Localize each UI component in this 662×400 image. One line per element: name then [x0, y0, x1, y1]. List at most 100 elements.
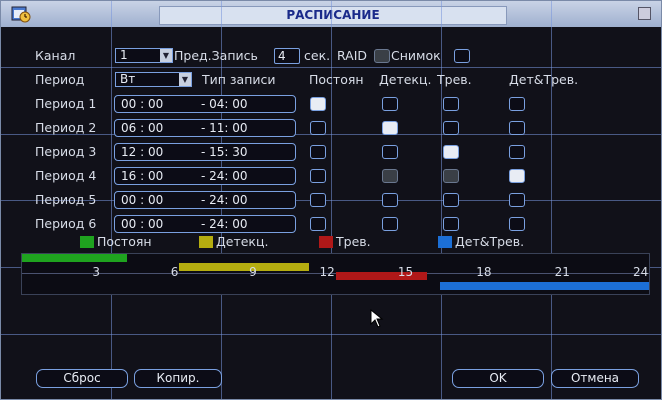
period-alarm-checkbox[interactable] — [443, 121, 459, 135]
period-motion-checkbox[interactable] — [382, 121, 398, 135]
timeline-tick-label: 6 — [170, 265, 179, 279]
legend-regular-label: Постоян — [97, 234, 152, 249]
period-motion-checkbox[interactable] — [382, 193, 398, 207]
channel-value: 1 — [120, 48, 128, 62]
raid-checkbox[interactable] — [374, 49, 390, 63]
period-time-range-input[interactable]: 00 : 00 - 04: 00 — [114, 95, 296, 113]
period-time-range-input[interactable]: 16 : 00 - 24: 00 — [114, 167, 296, 185]
legend-swatch-motion — [199, 236, 213, 248]
legend-alarm-label: Трев. — [336, 234, 371, 249]
timeline-segment-regular — [22, 254, 127, 262]
window-title: РАСПИСАНИЕ — [159, 6, 507, 25]
period-regular-checkbox[interactable] — [310, 145, 326, 159]
grid-line — [1, 200, 661, 201]
period-end-time: - 24: 00 — [201, 193, 248, 207]
col-motion-alarm-header: Дет&Трев. — [509, 72, 579, 87]
reset-button[interactable]: Сброс — [36, 369, 128, 388]
period-row-label: Период 4 — [35, 168, 97, 183]
period-row-label: Период 1 — [35, 96, 97, 111]
chevron-down-icon: ▼ — [160, 49, 172, 62]
timeline-tick-label: 12 — [319, 265, 335, 279]
period-start-time: 00 : 00 — [121, 217, 164, 231]
schedule-app-icon — [11, 6, 31, 23]
period-regular-checkbox[interactable] — [310, 97, 326, 111]
period-motion-alarm-checkbox[interactable] — [509, 193, 525, 207]
period-start-time: 00 : 00 — [121, 193, 164, 207]
timeline-tick-label: 21 — [554, 265, 570, 279]
period-alarm-checkbox[interactable] — [443, 193, 459, 207]
period-alarm-checkbox[interactable] — [443, 169, 459, 183]
period-regular-checkbox[interactable] — [310, 193, 326, 207]
timeline-tick-label: 18 — [476, 265, 492, 279]
period-time-range-input[interactable]: 06 : 00 - 11: 00 — [114, 119, 296, 137]
col-motion-header: Детекц. — [379, 72, 432, 87]
copy-button[interactable]: Копир. — [134, 369, 222, 388]
period-start-time: 12 : 00 — [121, 145, 164, 159]
snapshot-checkbox[interactable] — [454, 49, 470, 63]
ok-button[interactable]: OK — [452, 369, 544, 388]
period-alarm-checkbox[interactable] — [443, 217, 459, 231]
timeline-tick-label: 3 — [92, 265, 101, 279]
legend-swatch-regular — [80, 236, 94, 248]
day-value: Вт — [120, 72, 136, 86]
raid-label: RAID — [337, 48, 368, 63]
prerecord-label: Пред.Запись — [174, 48, 258, 63]
period-alarm-checkbox[interactable] — [443, 97, 459, 111]
period-motion-alarm-checkbox[interactable] — [509, 217, 525, 231]
period-motion-alarm-checkbox[interactable] — [509, 169, 525, 183]
period-label: Период — [35, 72, 85, 87]
period-start-time: 06 : 00 — [121, 121, 164, 135]
period-start-time: 16 : 00 — [121, 169, 164, 183]
period-time-range-input[interactable]: 00 : 00 - 24: 00 — [114, 191, 296, 209]
period-regular-checkbox[interactable] — [310, 217, 326, 231]
day-select[interactable]: Вт ▼ — [115, 72, 192, 87]
timeline-tick-label: 9 — [249, 265, 257, 279]
timeline-tick-label: 24 — [633, 265, 649, 279]
period-end-time: - 04: 00 — [201, 97, 248, 111]
period-start-time: 00 : 00 — [121, 97, 164, 111]
period-time-range-input[interactable]: 00 : 00 - 24: 00 — [114, 215, 296, 233]
close-icon[interactable] — [638, 7, 651, 20]
channel-label: Канал — [35, 48, 76, 63]
legend-motion-alarm-label: Дет&Трев. — [455, 234, 525, 249]
period-end-time: - 11: 00 — [201, 121, 248, 135]
period-motion-checkbox[interactable] — [382, 217, 398, 231]
chevron-down-icon: ▼ — [179, 73, 191, 86]
period-motion-checkbox[interactable] — [382, 97, 398, 111]
period-regular-checkbox[interactable] — [310, 169, 326, 183]
record-type-label: Тип записи — [202, 72, 276, 87]
grid-line — [1, 134, 661, 135]
period-row-label: Период 5 — [35, 192, 97, 207]
schedule-timeline: 3 6 9 12 15 18 21 24 — [21, 253, 650, 295]
period-motion-checkbox[interactable] — [382, 169, 398, 183]
mouse-cursor-icon — [370, 309, 384, 328]
grid-line — [1, 334, 661, 335]
col-alarm-header: Трев. — [437, 72, 472, 87]
timeline-tick-label: 15 — [397, 265, 414, 279]
col-regular-header: Постоян — [309, 72, 364, 87]
period-end-time: - 24: 00 — [201, 169, 248, 183]
period-end-time: - 24: 00 — [201, 217, 248, 231]
timeline-segment-motion-alarm — [440, 282, 649, 290]
channel-select[interactable]: 1 ▼ — [115, 48, 173, 63]
schedule-window: РАСПИСАНИЕ Канал 1 ▼ Пред.Запись 4 сек. … — [0, 0, 662, 400]
period-regular-checkbox[interactable] — [310, 121, 326, 135]
timeline-segment-motion — [178, 263, 310, 271]
legend-motion-label: Детекц. — [216, 234, 269, 249]
period-motion-alarm-checkbox[interactable] — [509, 121, 525, 135]
legend-swatch-motion-alarm — [438, 236, 452, 248]
prerecord-unit: сек. — [304, 48, 331, 63]
legend-swatch-alarm — [319, 236, 333, 248]
period-motion-alarm-checkbox[interactable] — [509, 97, 525, 111]
snapshot-label: Снимок — [391, 48, 441, 63]
period-motion-checkbox[interactable] — [382, 145, 398, 159]
period-end-time: - 15: 30 — [201, 145, 248, 159]
period-alarm-checkbox[interactable] — [443, 145, 459, 159]
period-motion-alarm-checkbox[interactable] — [509, 145, 525, 159]
period-time-range-input[interactable]: 12 : 00 - 15: 30 — [114, 143, 296, 161]
period-row-label: Период 3 — [35, 144, 97, 159]
prerecord-input[interactable]: 4 — [274, 48, 300, 64]
timeline-segment-alarm — [335, 272, 427, 280]
cancel-button[interactable]: Отмена — [551, 369, 639, 388]
period-row-label: Период 6 — [35, 216, 97, 231]
